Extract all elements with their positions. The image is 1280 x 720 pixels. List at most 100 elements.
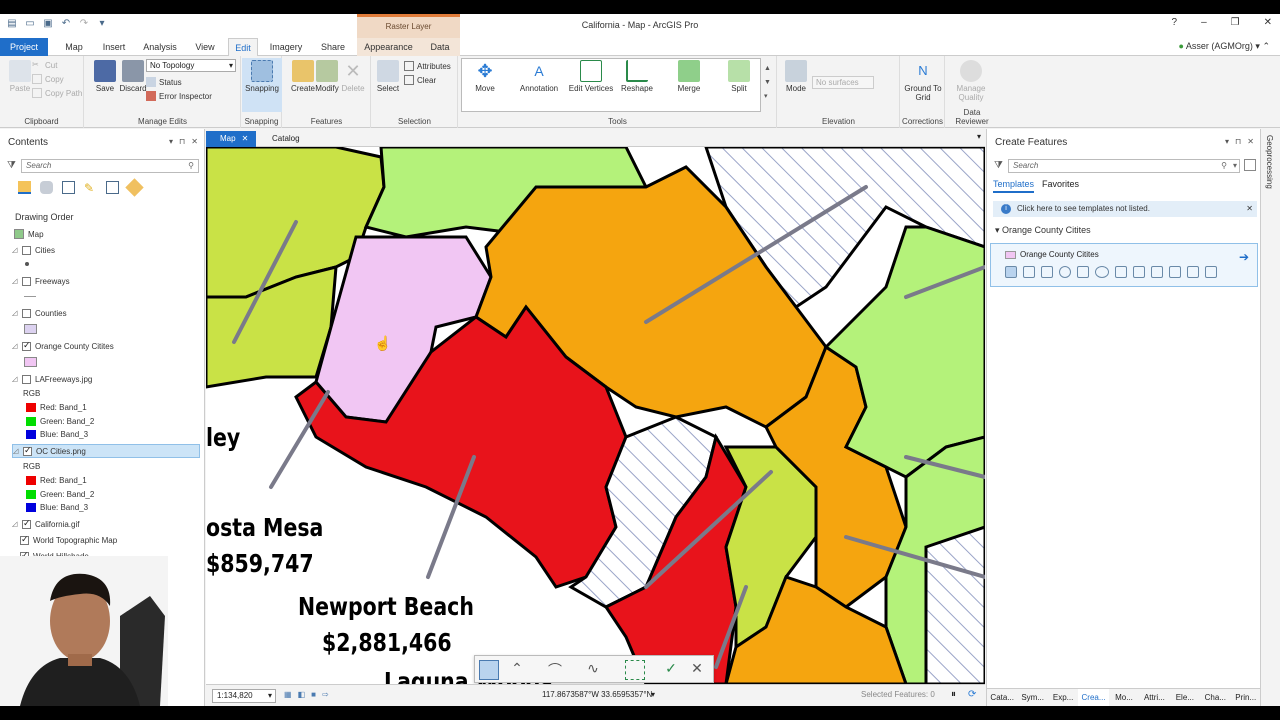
pin-icon[interactable]: ⊓ xyxy=(179,137,185,146)
tab-catalog[interactable]: Cata... xyxy=(987,689,1017,706)
tab-appearance[interactable]: Appearance xyxy=(357,38,420,56)
autocomplete-tool-icon[interactable] xyxy=(1133,266,1145,278)
drawing-order-icon[interactable] xyxy=(18,181,31,194)
map-canvas[interactable]: ley osta Mesa $859,747 Newport Beach $2,… xyxy=(206,147,985,684)
expand-icon[interactable]: ◿ xyxy=(12,520,18,528)
active-template-arrow-icon[interactable]: ➔ xyxy=(1239,250,1249,264)
templates-info-bar[interactable]: i Click here to see templates not listed… xyxy=(993,201,1257,217)
filter-icon[interactable]: ⧩ xyxy=(7,160,16,171)
line-tool-icon[interactable]: ⌃ xyxy=(507,660,527,680)
clear-selection-button[interactable]: Clear xyxy=(404,73,436,87)
tab-analysis[interactable]: Analysis xyxy=(140,38,180,56)
chevron-down-icon[interactable]: ▾ xyxy=(1233,160,1237,172)
attributes-button[interactable]: Attributes xyxy=(404,59,451,73)
move-tool[interactable]: ✥ Move xyxy=(465,58,505,93)
layer-cities[interactable]: ◿ Cities xyxy=(12,243,55,257)
status-button[interactable]: Status xyxy=(146,75,182,89)
grid-icon[interactable]: ▦ xyxy=(284,690,292,699)
merge-tool[interactable]: Merge xyxy=(669,58,709,93)
layer-world-topographic[interactable]: World Topographic Map xyxy=(20,533,117,547)
pane-menu-icon[interactable]: ▾ xyxy=(1225,137,1229,146)
arc-tool-icon[interactable]: ⌒ xyxy=(545,660,565,680)
select-button[interactable]: Select xyxy=(368,58,408,93)
square-tool-icon[interactable] xyxy=(1077,266,1089,278)
tab-imagery[interactable]: Imagery xyxy=(266,38,306,56)
delete-button[interactable]: ✕ Delete xyxy=(333,58,373,93)
pause-icon[interactable]: ⏸ xyxy=(951,689,956,700)
tab-favorites[interactable]: Favorites xyxy=(1042,179,1079,193)
refresh-icon[interactable]: ⟳ xyxy=(968,689,976,700)
tab-element[interactable]: Ele... xyxy=(1170,689,1200,706)
finish-sketch-icon[interactable]: ✓ xyxy=(661,660,681,680)
freeways-checkbox[interactable] xyxy=(22,276,31,286)
layer-california-gif[interactable]: ◿ California.gif xyxy=(12,517,79,531)
close-info-icon[interactable]: ✕ xyxy=(1246,201,1253,217)
freehand-tool-icon[interactable] xyxy=(1115,266,1127,278)
circle-tool-icon[interactable] xyxy=(1059,266,1071,278)
search-icon[interactable]: ⚲ xyxy=(188,160,194,172)
tab-project[interactable]: Project xyxy=(0,38,48,56)
stream-tool-icon[interactable] xyxy=(1187,266,1199,278)
constraints-icon[interactable] xyxy=(625,660,645,680)
edit-vertices-tool[interactable]: Edit Vertices xyxy=(567,58,615,93)
tab-export[interactable]: Exp... xyxy=(1048,689,1078,706)
topology-combo[interactable]: No Topology ▾ xyxy=(146,59,236,72)
scroll-down-icon[interactable]: ▼ xyxy=(764,76,771,90)
grid-polygon-tool-icon[interactable] xyxy=(1205,266,1217,278)
close-pane-icon[interactable]: ✕ xyxy=(1247,137,1254,146)
oc-citites-checkbox[interactable] xyxy=(22,340,31,351)
ground-to-grid-button[interactable]: N Ground To Grid xyxy=(903,58,943,102)
gallery-scroll[interactable]: ▲ ▼ ▾ xyxy=(764,62,771,104)
scale-combo[interactable]: 1:134,820 ▾ xyxy=(212,689,276,703)
data-source-icon[interactable] xyxy=(40,181,53,194)
template-oc-citites[interactable]: Orange County Citites ➔ xyxy=(990,243,1258,287)
expand-icon[interactable]: ◿ xyxy=(12,375,18,383)
full-extent-icon[interactable]: ■ xyxy=(311,690,316,699)
layer-orange-county-citites[interactable]: ◿ Orange County Citites xyxy=(12,339,114,353)
polygon-tool-icon[interactable] xyxy=(479,660,499,680)
expand-icon[interactable]: ◿ xyxy=(12,342,18,350)
help-icon[interactable]: ? xyxy=(1172,17,1178,28)
snapping-view-icon[interactable] xyxy=(106,181,119,194)
editing-icon[interactable]: ✎ xyxy=(84,181,97,195)
copy-button[interactable]: Copy xyxy=(32,72,64,86)
tab-share[interactable]: Share xyxy=(316,38,350,56)
trace-polygon-tool-icon[interactable] xyxy=(1151,266,1163,278)
error-inspector-button[interactable]: Error Inspector xyxy=(146,89,212,103)
pin-ribbon-icon[interactable]: ⌃ xyxy=(1262,41,1270,51)
oc-png-checkbox[interactable] xyxy=(23,445,32,456)
tab-modify[interactable]: Mo... xyxy=(1109,689,1139,706)
tab-attributes[interactable]: Attri... xyxy=(1139,689,1169,706)
tab-templates[interactable]: Templates xyxy=(993,179,1035,193)
expand-icon[interactable]: ◿ xyxy=(12,277,18,285)
selected-features[interactable]: Selected Features: 0 xyxy=(861,690,935,699)
tab-view[interactable]: View xyxy=(190,38,220,56)
layer-counties[interactable]: ◿ Counties xyxy=(12,306,67,320)
layer-freeways[interactable]: ◿ Freeways xyxy=(12,274,70,288)
annotation-tool[interactable]: A Annotation xyxy=(513,58,565,93)
ellipse-tool-icon[interactable] xyxy=(1095,266,1109,278)
surfaces-combo[interactable]: No surfaces xyxy=(812,76,874,89)
rectangle-tool-icon[interactable] xyxy=(1023,266,1035,278)
cut-button[interactable]: ✂ Cut xyxy=(32,58,57,72)
cities-checkbox[interactable] xyxy=(22,245,31,255)
close-button[interactable]: ✕ xyxy=(1264,17,1272,28)
split-polygon-tool-icon[interactable] xyxy=(1169,266,1181,278)
filter-icon[interactable]: ⧩ xyxy=(994,160,1003,171)
topo-checkbox[interactable] xyxy=(20,534,29,545)
geoprocessing-tab[interactable]: Geoprocessing xyxy=(1265,135,1274,189)
tab-edit[interactable]: Edit xyxy=(228,38,258,56)
copy-path-button[interactable]: Copy Path xyxy=(32,86,82,100)
signed-in-user[interactable]: ● Asser (AGMOrg) ▾ ⌃ xyxy=(1178,41,1270,52)
counties-checkbox[interactable] xyxy=(22,308,31,318)
delete-sketch-icon[interactable]: ✕ xyxy=(687,660,707,680)
scroll-up-icon[interactable]: ▲ xyxy=(764,62,771,76)
layer-oc-cities-png[interactable]: ◿ OC Cities.png xyxy=(12,444,200,458)
expand-icon[interactable]: ◿ xyxy=(13,447,19,455)
close-tab-icon[interactable]: ✕ xyxy=(242,134,249,143)
restore-button[interactable]: ❐ xyxy=(1231,17,1240,28)
reshape-tool[interactable]: Reshape xyxy=(617,58,657,93)
view-tabs-menu-icon[interactable]: ▾ xyxy=(977,132,981,141)
tab-insert[interactable]: Insert xyxy=(98,38,130,56)
tab-map[interactable]: Map xyxy=(58,38,90,56)
